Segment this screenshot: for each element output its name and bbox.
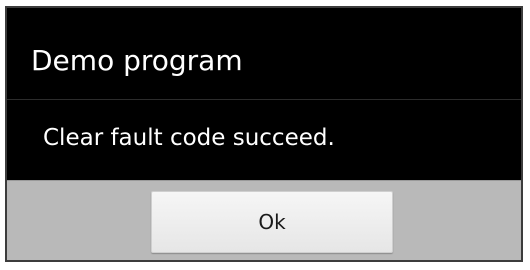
dialog-button-bar: Ok [7,180,521,260]
dialog-message-area: Clear fault code succeed. [7,100,521,180]
alert-dialog: Demo program Clear fault code succeed. O… [5,6,523,262]
ok-button-label: Ok [258,210,286,234]
ok-button[interactable]: Ok [151,191,393,253]
dialog-message: Clear fault code succeed. [43,125,335,151]
dialog-title: Demo program [31,44,243,77]
dialog-title-bar: Demo program [7,8,521,100]
